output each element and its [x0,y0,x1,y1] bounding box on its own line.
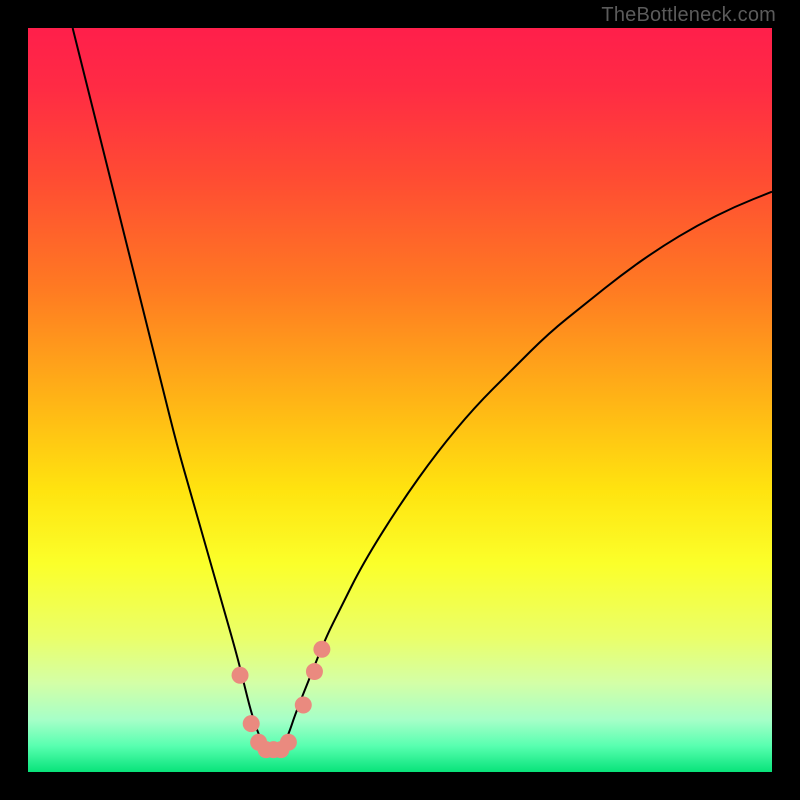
marker-point [232,667,249,684]
marker-point [280,734,297,751]
marker-point [295,697,312,714]
watermark-text: TheBottleneck.com [601,4,776,27]
chart-frame: TheBottleneck.com [0,0,800,800]
marker-point [313,641,330,658]
gradient-background [28,28,772,772]
plot-area [28,28,772,772]
bottleneck-chart [28,28,772,772]
marker-point [306,663,323,680]
marker-point [243,715,260,732]
